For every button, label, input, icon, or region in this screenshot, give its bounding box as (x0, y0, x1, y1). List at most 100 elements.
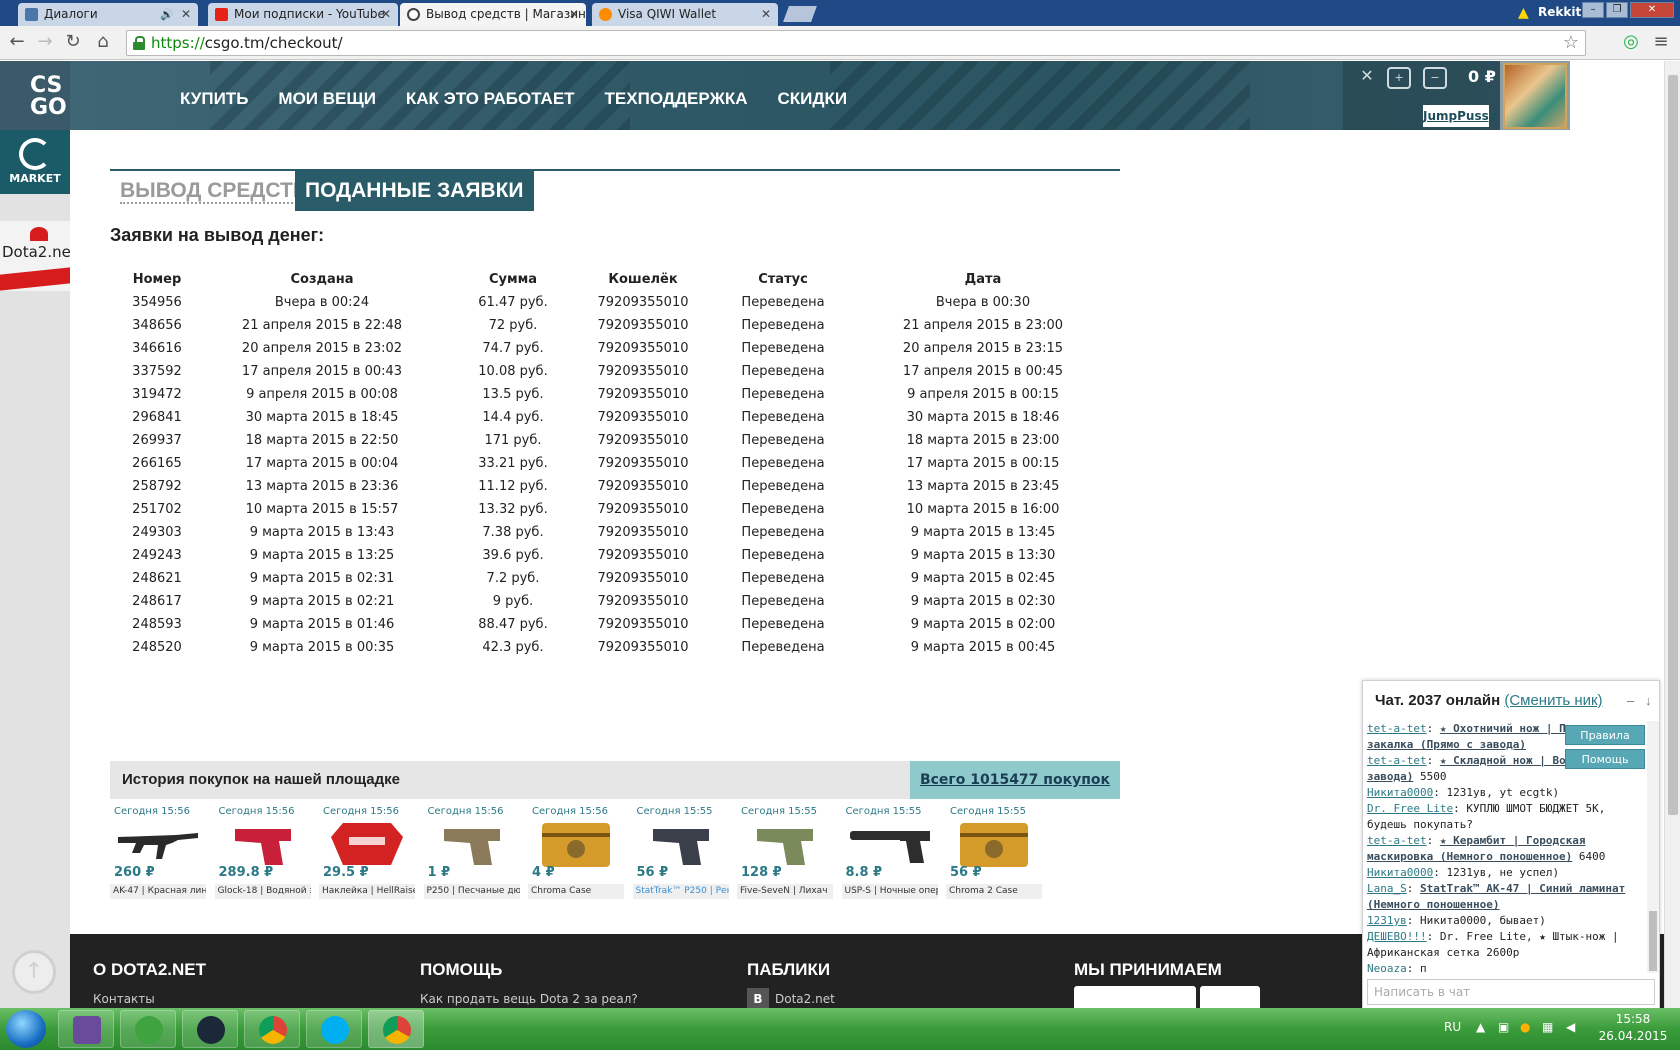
cell-date: 13 марта 2015 в 23:45 (906, 479, 1060, 494)
footer-contacts-link[interactable]: Контакты (93, 992, 155, 1006)
purchase-item[interactable]: Сегодня 15:55 56 ₽ Chroma 2 Case (946, 805, 1042, 901)
purchase-item[interactable]: Сегодня 15:55 56 ₽ StatTrak™ P250 | Рентге… (632, 805, 729, 901)
item-name: Glock-18 | Водяной элемент (214, 884, 311, 899)
footer-help-link[interactable]: Как продать вещь Dota 2 за реал? (420, 992, 638, 1006)
bookmark-star-icon[interactable]: ☆ (1563, 31, 1579, 55)
username-link[interactable]: JumpPussy (1423, 105, 1497, 127)
avatar[interactable] (1503, 63, 1567, 129)
nav-how-it-works[interactable]: КАК ЭТО РАБОТАЕТ (406, 89, 575, 109)
chat-user-link[interactable]: Никита0000 (1367, 786, 1433, 799)
taskbar-app-skype[interactable] (306, 1010, 362, 1048)
clock[interactable]: 15:58 26.04.2015 (1598, 1011, 1668, 1045)
scroll-top-button[interactable]: ↑ (12, 950, 56, 994)
chat-scrollbar[interactable] (1647, 721, 1659, 973)
chat-user-link[interactable]: tet-a-tet (1367, 834, 1427, 847)
chat-user-link[interactable]: Dr. Free Lite (1367, 802, 1453, 815)
cell-number: 296841 (132, 410, 182, 425)
market-logo[interactable]: MARKET (0, 130, 70, 194)
speaker-icon[interactable]: 🔊 (160, 3, 174, 26)
browser-tab-youtube[interactable]: Мои подписки - YouTube ✕ (208, 3, 398, 26)
home-icon[interactable]: ⌂ (92, 31, 114, 53)
change-nick-link[interactable]: (Сменить ник) (1504, 692, 1602, 709)
csgo-logo[interactable]: CS GO (0, 61, 70, 130)
dota2net-logo[interactable]: Dota2.net (0, 221, 70, 291)
footer-public-link[interactable]: B Dota2.net (747, 988, 835, 1008)
taskbar-app-chrome[interactable] (244, 1010, 300, 1048)
chat-help-button[interactable]: Помощь (1565, 749, 1645, 769)
chat-user-link[interactable]: 1231ув (1367, 914, 1407, 927)
browser-tab-withdraw[interactable]: Вывод средств | Магазин ✕ (400, 3, 586, 26)
new-tab-button[interactable] (783, 6, 817, 22)
tray-expand-icon[interactable]: ▲ (1476, 1020, 1485, 1034)
add-money-icon[interactable]: + (1387, 67, 1411, 89)
minimize-button[interactable]: – (1582, 2, 1604, 18)
chat-user-link[interactable]: Neoaza (1367, 962, 1407, 973)
purchase-item[interactable]: Сегодня 15:56 1 ₽ P250 | Песчаные дюны (423, 805, 520, 901)
language-indicator[interactable]: RU (1444, 1020, 1461, 1034)
close-icon[interactable]: ✕ (381, 3, 391, 26)
nav-discounts[interactable]: СКИДКИ (778, 89, 848, 109)
cell-amount: 7.2 руб. (486, 571, 540, 586)
clock-date: 26.04.2015 (1598, 1029, 1668, 1043)
total-purchases-link[interactable]: Всего 1015477 покупок (909, 761, 1120, 799)
chat-user-link[interactable]: ДЕШЕВО!!! (1367, 930, 1427, 943)
volume-icon[interactable]: ◀ (1566, 1020, 1575, 1034)
cell-number: 269937 (132, 433, 182, 448)
purchase-item[interactable]: Сегодня 15:56 289.8 ₽ Glock-18 | Водяной э… (214, 805, 311, 901)
close-window-button[interactable]: ✕ (1630, 2, 1674, 18)
rekkit-extension[interactable]: ▲ Rekkit (1518, 3, 1581, 21)
nav-my-items[interactable]: МОИ ВЕЩИ (278, 89, 375, 109)
nav-support[interactable]: ТЕХПОДДЕРЖКА (605, 89, 748, 109)
start-button[interactable] (6, 1010, 46, 1048)
nvidia-icon[interactable]: ▦ (1542, 1020, 1553, 1034)
chat-user-link[interactable]: tet-a-tet (1367, 722, 1427, 735)
forward-arrow-icon[interactable]: → (34, 31, 56, 53)
close-icon[interactable]: ✕ (761, 3, 771, 26)
taskbar-app-utorrent[interactable] (120, 1010, 176, 1048)
chat-collapse-icon[interactable]: ↓ (1645, 681, 1652, 721)
close-icon[interactable]: ✕ (569, 3, 579, 26)
cell-wallet: 79209355010 (597, 341, 689, 356)
chat-scrollbar-thumb[interactable] (1649, 911, 1657, 971)
chat-user-link[interactable]: tet-a-tet (1367, 754, 1427, 767)
taskbar-app-visual-studio[interactable] (58, 1010, 114, 1048)
cell-created: 10 марта 2015 в 15:57 (245, 502, 399, 517)
tab-withdraw-funds[interactable]: ВЫВОД СРЕДСТВ (110, 171, 318, 211)
network-icon[interactable]: ▣ (1498, 1020, 1509, 1034)
cell-status: Переведена (741, 594, 825, 609)
maximize-button[interactable]: ❐ (1606, 2, 1628, 18)
notifications-off-icon[interactable]: ✕ (1355, 67, 1379, 89)
extension-icon[interactable]: ◎ (1620, 31, 1642, 53)
browser-tab-qiwi[interactable]: Visa QIWI Wallet ✕ (592, 3, 778, 26)
address-bar[interactable]: https://csgo.tm/checkout/ ☆ (126, 30, 1586, 56)
page-scrollbar[interactable] (1664, 61, 1680, 1008)
cell-created: 13 марта 2015 в 23:36 (245, 479, 399, 494)
item-price: 56 ₽ (636, 865, 669, 880)
nav-buy[interactable]: КУПИТЬ (180, 89, 248, 109)
browser-tab-dialogs[interactable]: Диалоги 🔊 ✕ (18, 3, 198, 26)
chat-rules-button[interactable]: Правила (1565, 725, 1645, 745)
menu-icon[interactable]: ≡ (1650, 31, 1672, 53)
tray-app-icon[interactable]: ● (1520, 1020, 1530, 1034)
reload-icon[interactable]: ↻ (62, 31, 84, 53)
purchase-item[interactable]: Сегодня 15:55 8.8 ₽ USP-S | Ночные операци… (841, 805, 938, 901)
item-image (116, 819, 200, 869)
item-image (534, 819, 618, 869)
taskbar-app-steam[interactable] (182, 1010, 238, 1048)
close-icon[interactable]: ✕ (181, 3, 191, 26)
chat-input[interactable]: Написать в чат (1367, 979, 1655, 1005)
taskbar-app-chrome-active[interactable] (368, 1010, 424, 1048)
chat-minimize-icon[interactable]: – (1627, 681, 1634, 721)
purchase-item[interactable]: Сегодня 15:56 4 ₽ Chroma Case (528, 805, 624, 901)
cell-amount: 171 руб. (484, 433, 542, 448)
tab-submitted-requests[interactable]: ПОДАННЫЕ ЗАЯВКИ (295, 171, 534, 211)
chat-user-link[interactable]: Никита0000 (1367, 866, 1433, 879)
chat-user-link[interactable]: Lana_S (1367, 882, 1407, 895)
rekkit-label: Rekkit (1538, 5, 1582, 19)
back-arrow-icon[interactable]: ← (6, 31, 28, 53)
purchase-item[interactable]: Сегодня 15:55 128 ₽ Five-SeveN | Лихач (737, 805, 833, 901)
purchase-item[interactable]: Сегодня 15:56 260 ₽ AK-47 | Красная линия (110, 805, 206, 901)
scrollbar-thumb[interactable] (1668, 75, 1678, 815)
withdraw-money-icon[interactable]: − (1423, 67, 1447, 89)
purchase-item[interactable]: Сегодня 15:56 29.5 ₽ Наклейка | HellRaiser… (319, 805, 415, 901)
